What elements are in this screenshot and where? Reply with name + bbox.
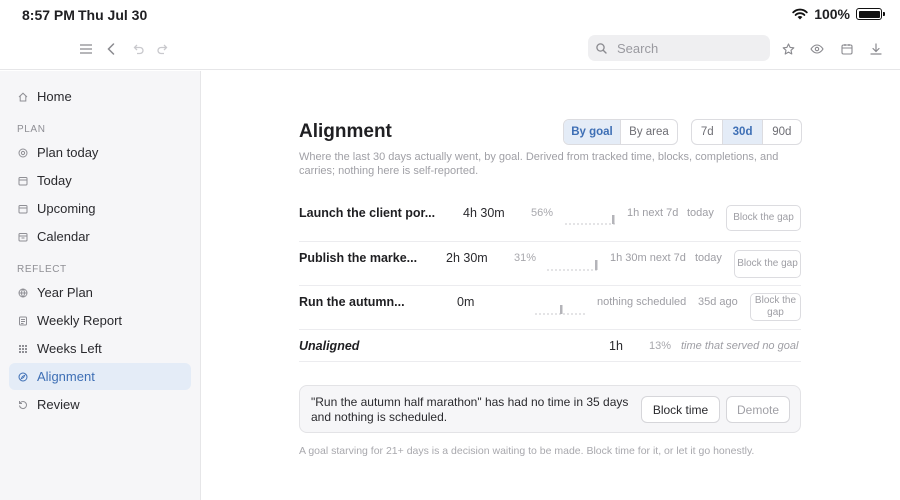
section-label-reflect: REFLECT	[17, 264, 67, 275]
sidebar-item-label: Plan today	[37, 145, 99, 160]
toggle-90d[interactable]: 90d	[763, 120, 801, 144]
sidebar-item-label: Alignment	[37, 369, 95, 384]
sidebar-item-home[interactable]: Home	[9, 83, 191, 110]
eye-icon[interactable]	[807, 39, 827, 59]
battery-percent: 100%	[814, 6, 850, 22]
block-time-button[interactable]: Block time	[641, 396, 720, 423]
target-icon	[18, 148, 28, 158]
home-icon	[18, 92, 28, 102]
goal-hours: 0m	[457, 295, 475, 309]
sidebar-item-label: Weeks Left	[37, 341, 102, 356]
goal-row[interactable]: Publish the marke... 2h 30m 31% 1h 30m n…	[299, 242, 801, 286]
sidebar-item-weeks-left[interactable]: Weeks Left	[9, 335, 191, 362]
unaligned-label: Unaligned	[299, 339, 360, 353]
status-right: 100%	[792, 6, 885, 22]
sidebar-item-weekly-report[interactable]: Weekly Report	[9, 307, 191, 334]
goal-last-activity: today	[695, 252, 722, 264]
sidebar-item-upcoming[interactable]: Upcoming	[9, 195, 191, 222]
sidebar-item-today[interactable]: Today	[9, 167, 191, 194]
goal-row[interactable]: Launch the client por... 4h 30m 56% 1h n…	[299, 198, 801, 242]
toggle-by-goal[interactable]: By goal	[564, 120, 621, 144]
status-bar: 8:57 PM Thu Jul 30 100%	[0, 0, 900, 28]
unaligned-percent: 13%	[649, 340, 672, 352]
sidebar-item-year-plan[interactable]: Year Plan	[9, 279, 191, 306]
sidebar-item-label: Year Plan	[37, 285, 93, 300]
status-time: 8:57 PM	[22, 7, 75, 23]
sidebar-item-label: Weekly Report	[37, 313, 123, 328]
calendar-icon[interactable]	[837, 39, 857, 59]
goal-percent: 31%	[514, 252, 537, 264]
back-icon[interactable]	[101, 39, 121, 59]
sidebar-item-label: Review	[37, 397, 80, 412]
sidebar-item-plan-today[interactable]: Plan today	[9, 139, 191, 166]
search-icon	[596, 42, 607, 54]
goal-last-activity: today	[687, 207, 714, 219]
range-toggle: 7d 30d 90d	[691, 119, 802, 145]
calendar-icon	[18, 176, 28, 186]
page-title: Alignment	[299, 121, 392, 142]
goal-percent: 56%	[531, 207, 554, 219]
sparkline-bar	[560, 305, 563, 314]
compass-icon	[18, 372, 28, 382]
sidebar-item-label: Today	[37, 173, 72, 188]
refresh-icon	[18, 400, 28, 410]
main-content: Alignment By goal By area 7d 30d 90d Whe…	[201, 71, 900, 500]
block-the-gap-button[interactable]: Block the gap	[750, 293, 801, 321]
demote-button[interactable]: Demote	[726, 396, 790, 423]
unaligned-hours: 1h	[609, 339, 623, 353]
goal-sparkline	[535, 305, 587, 315]
sidebar: Home PLAN Plan today Today Upcoming Cale…	[0, 71, 201, 500]
undo-icon[interactable]	[128, 39, 148, 59]
battery-icon	[856, 8, 885, 20]
page-subtitle: Where the last 30 days actually went, by…	[299, 151, 779, 177]
calendar-icon	[18, 204, 28, 214]
goal-sparkline	[565, 215, 617, 225]
grid-icon	[18, 344, 28, 354]
star-icon[interactable]	[778, 39, 798, 59]
wifi-icon	[792, 8, 808, 20]
sidebar-item-alignment[interactable]: Alignment	[9, 363, 191, 390]
unaligned-note: time that served no goal	[681, 340, 799, 352]
toggle-7d[interactable]: 7d	[692, 120, 724, 144]
globe-icon	[18, 288, 28, 298]
goal-next-scheduled: 1h 30m next 7d	[610, 252, 686, 264]
sidebar-item-calendar[interactable]: Calendar	[9, 223, 191, 250]
search-box[interactable]	[588, 35, 770, 61]
toggle-by-area[interactable]: By area	[621, 120, 677, 144]
starving-goal-callout: "Run the autumn half marathon" has had n…	[299, 385, 801, 433]
status-date: Thu Jul 30	[78, 7, 148, 23]
goal-name: Launch the client por...	[299, 206, 436, 220]
goal-next-scheduled: nothing scheduled	[597, 296, 687, 308]
goal-last-activity: 35d ago	[698, 296, 738, 308]
block-the-gap-button[interactable]: Block the gap	[726, 205, 801, 231]
group-toggle: By goal By area	[563, 119, 678, 145]
section-label-plan: PLAN	[17, 124, 46, 135]
goal-hours: 2h 30m	[446, 251, 488, 265]
toolbar	[0, 28, 900, 70]
download-icon[interactable]	[866, 39, 886, 59]
goal-next-scheduled: 1h next 7d	[627, 207, 679, 219]
toggle-30d[interactable]: 30d	[723, 120, 763, 144]
report-icon	[18, 316, 28, 326]
goal-name: Publish the marke...	[299, 251, 418, 265]
sidebar-item-label: Home	[37, 89, 72, 104]
sparkline-bar	[612, 215, 615, 224]
goal-row[interactable]: Run the autumn... 0m nothing scheduled 3…	[299, 286, 801, 330]
goal-sparkline	[547, 260, 599, 271]
unaligned-row: Unaligned 1h 13% time that served no goa…	[299, 330, 801, 362]
sidebar-item-label: Calendar	[37, 229, 90, 244]
goal-hours: 4h 30m	[463, 206, 505, 220]
redo-icon[interactable]	[153, 39, 173, 59]
block-the-gap-button[interactable]: Block the gap	[734, 250, 801, 278]
calendar-icon	[18, 232, 28, 242]
sidebar-item-label: Upcoming	[37, 201, 96, 216]
goal-name: Run the autumn...	[299, 295, 405, 309]
sidebar-toggle-icon[interactable]	[76, 39, 96, 59]
sidebar-item-review[interactable]: Review	[9, 391, 191, 418]
footnote: A goal starving for 21+ days is a decisi…	[299, 445, 755, 457]
sparkline-bar	[595, 260, 598, 270]
callout-message: "Run the autumn half marathon" has had n…	[311, 395, 629, 424]
search-input[interactable]	[617, 40, 757, 56]
